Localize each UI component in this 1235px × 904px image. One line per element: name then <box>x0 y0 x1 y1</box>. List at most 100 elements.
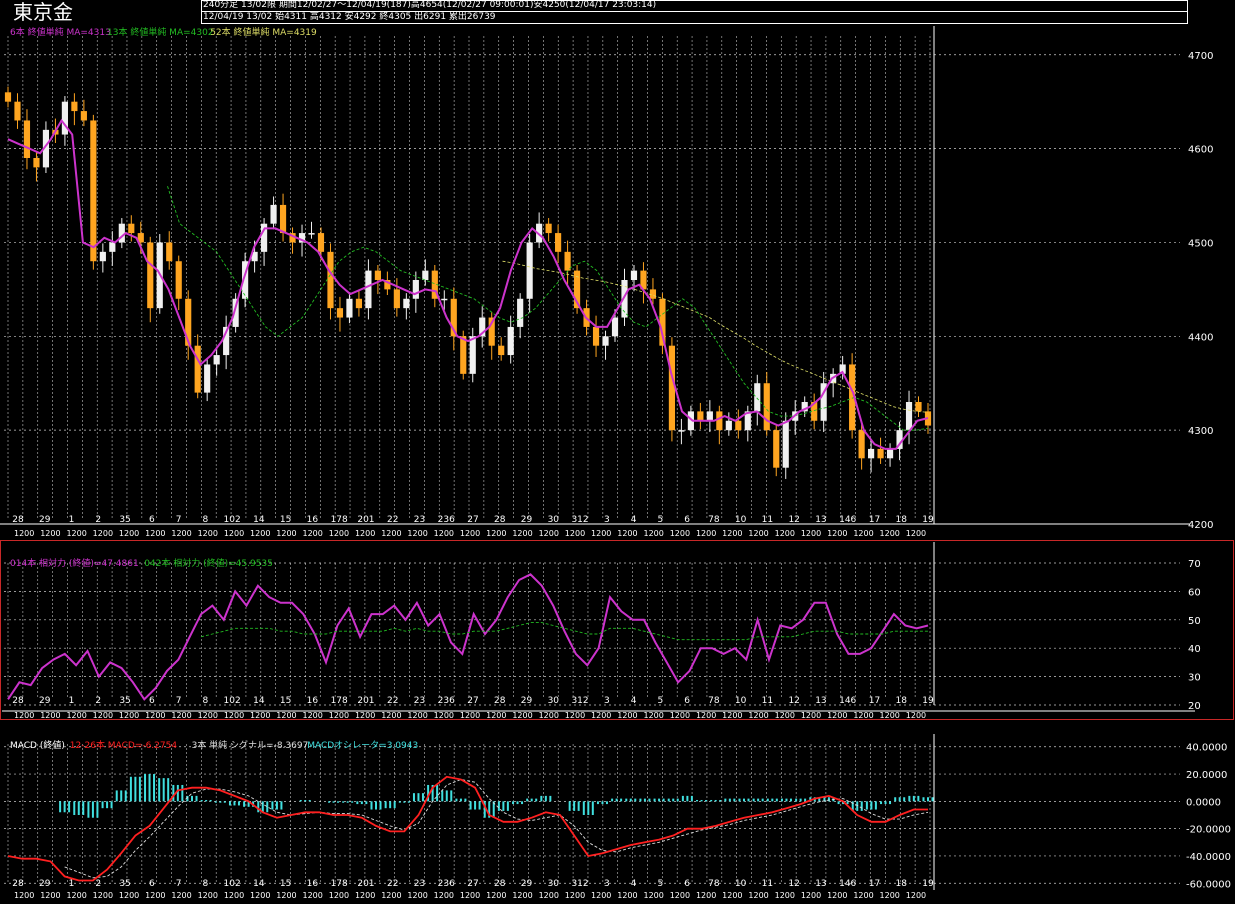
time-tick-label: 1200 <box>66 711 86 720</box>
time-tick-label: 1200 <box>250 891 270 900</box>
time-tick-label: 1200 <box>119 711 139 720</box>
date-tick-label: 17 <box>869 696 880 706</box>
time-tick-label: 1200 <box>670 529 690 538</box>
date-tick-label: 7 <box>176 879 182 889</box>
date-tick-label: 6 <box>149 696 155 706</box>
date-tick-label: 14 <box>253 879 265 889</box>
date-tick-label: 178 <box>331 515 348 525</box>
time-tick-label: 1200 <box>617 529 637 538</box>
candle-body <box>858 430 865 459</box>
rsi-panel[interactable]: 70 60 50 40 30 20 014本 相対力 (終値)=47.4861 042本 相対… <box>0 540 1235 720</box>
candle-body <box>735 420 742 431</box>
price-tick-label: 4600 <box>1188 145 1213 156</box>
macd-bg <box>0 734 1235 904</box>
time-tick-label: 1200 <box>696 529 716 538</box>
time-tick-label: 1200 <box>93 891 113 900</box>
time-tick-label: 1200 <box>880 891 900 900</box>
date-tick-label: 29 <box>521 696 533 706</box>
date-tick-label: 6 <box>684 515 690 525</box>
time-tick-label: 1200 <box>539 891 559 900</box>
price-tick-label: 4300 <box>1188 426 1213 437</box>
date-tick-label: 146 <box>839 879 856 889</box>
candle-body <box>128 223 135 234</box>
candle-body <box>166 242 173 262</box>
candle-body <box>71 101 78 112</box>
macd-tick-label: 20.0000 <box>1186 770 1227 781</box>
date-tick-label: 2 <box>95 696 101 706</box>
time-tick-label: 1200 <box>171 711 191 720</box>
date-tick-label: 15 <box>280 515 291 525</box>
time-tick-label: 1200 <box>460 529 480 538</box>
candle-body <box>782 420 789 468</box>
date-tick-label: 16 <box>307 879 319 889</box>
time-tick-label: 1200 <box>355 529 375 538</box>
candle-body <box>441 298 448 301</box>
date-tick-label: 35 <box>119 879 130 889</box>
time-tick-label: 1200 <box>329 711 349 720</box>
rsi-tick-label: 40 <box>1188 644 1201 655</box>
date-tick-label: 6 <box>684 879 690 889</box>
time-tick-label: 1200 <box>722 711 742 720</box>
time-tick-label: 1200 <box>512 529 532 538</box>
date-tick-label: 102 <box>224 879 241 889</box>
date-tick-label: 1 <box>69 879 75 889</box>
date-tick-label: 28 <box>494 879 506 889</box>
date-tick-label: 5 <box>657 696 663 706</box>
macd-tick-label: -40.0000 <box>1186 852 1231 863</box>
candle-body <box>592 326 600 346</box>
rsi-tick-label: 50 <box>1188 616 1201 627</box>
time-tick-label: 1200 <box>276 891 296 900</box>
date-tick-label: 4 <box>631 696 637 706</box>
candle-body <box>555 233 562 252</box>
date-tick-label: 29 <box>521 879 533 889</box>
time-tick-label: 1200 <box>40 891 60 900</box>
macd-panel[interactable]: 40.0000 20.0000 0.0000 -20.0000 -40.0000 -60.… <box>0 734 1235 904</box>
date-tick-label: 201 <box>357 515 374 525</box>
time-tick-label: 1200 <box>303 711 323 720</box>
time-tick-label: 1200 <box>565 891 585 900</box>
time-tick-label: 1200 <box>617 891 637 900</box>
time-tick-label: 1200 <box>591 529 611 538</box>
date-tick-label: 11 <box>762 879 773 889</box>
candle-body <box>14 101 21 121</box>
date-tick-label: 35 <box>119 515 130 525</box>
price-panel[interactable]: 4700460045004400430042006本 終値単純 MA=43131… <box>0 26 1235 538</box>
time-tick-label: 1200 <box>460 891 480 900</box>
time-tick-label: 1200 <box>407 529 427 538</box>
time-tick-label: 1200 <box>276 529 296 538</box>
date-tick-label: 28 <box>494 515 506 525</box>
time-tick-label: 1200 <box>565 529 585 538</box>
candle-body <box>194 345 201 393</box>
date-tick-label: 16 <box>307 696 319 706</box>
date-tick-label: 201 <box>357 879 374 889</box>
time-tick-label: 1200 <box>145 891 165 900</box>
period-info: 240分足 13/02限 期間12/02/27～12/04/19(187)高46… <box>203 0 657 10</box>
date-tick-label: 312 <box>571 696 588 706</box>
candle-body <box>403 298 410 309</box>
time-tick-label: 1200 <box>486 711 506 720</box>
time-tick-label: 1200 <box>906 711 926 720</box>
date-tick-label: 19 <box>922 879 934 889</box>
candle-body <box>33 158 40 168</box>
candle-body <box>213 355 220 365</box>
time-tick-label: 1200 <box>434 891 454 900</box>
date-tick-label: 3 <box>604 696 610 706</box>
legend-entry-0: 6本 終値単純 MA=4313 <box>10 26 111 38</box>
time-tick-label: 1200 <box>643 529 663 538</box>
candle-body <box>697 411 704 421</box>
time-tick-label: 1200 <box>853 891 873 900</box>
candle-body <box>517 298 524 327</box>
date-tick-label: 29 <box>39 515 51 525</box>
date-tick-label: 30 <box>548 696 560 706</box>
date-tick-label: 10 <box>735 515 747 525</box>
candle-body <box>61 101 68 135</box>
date-tick-label: 30 <box>548 515 560 525</box>
time-tick-label: 1200 <box>565 711 585 720</box>
macd-tick-label: -20.0000 <box>1186 825 1231 836</box>
date-tick-label: 28 <box>12 515 24 525</box>
date-tick-label: 2 <box>95 515 101 525</box>
candle-body <box>279 204 287 234</box>
time-tick-label: 1200 <box>696 711 716 720</box>
date-tick-label: 18 <box>896 515 908 525</box>
date-tick-label: 78 <box>708 696 720 706</box>
